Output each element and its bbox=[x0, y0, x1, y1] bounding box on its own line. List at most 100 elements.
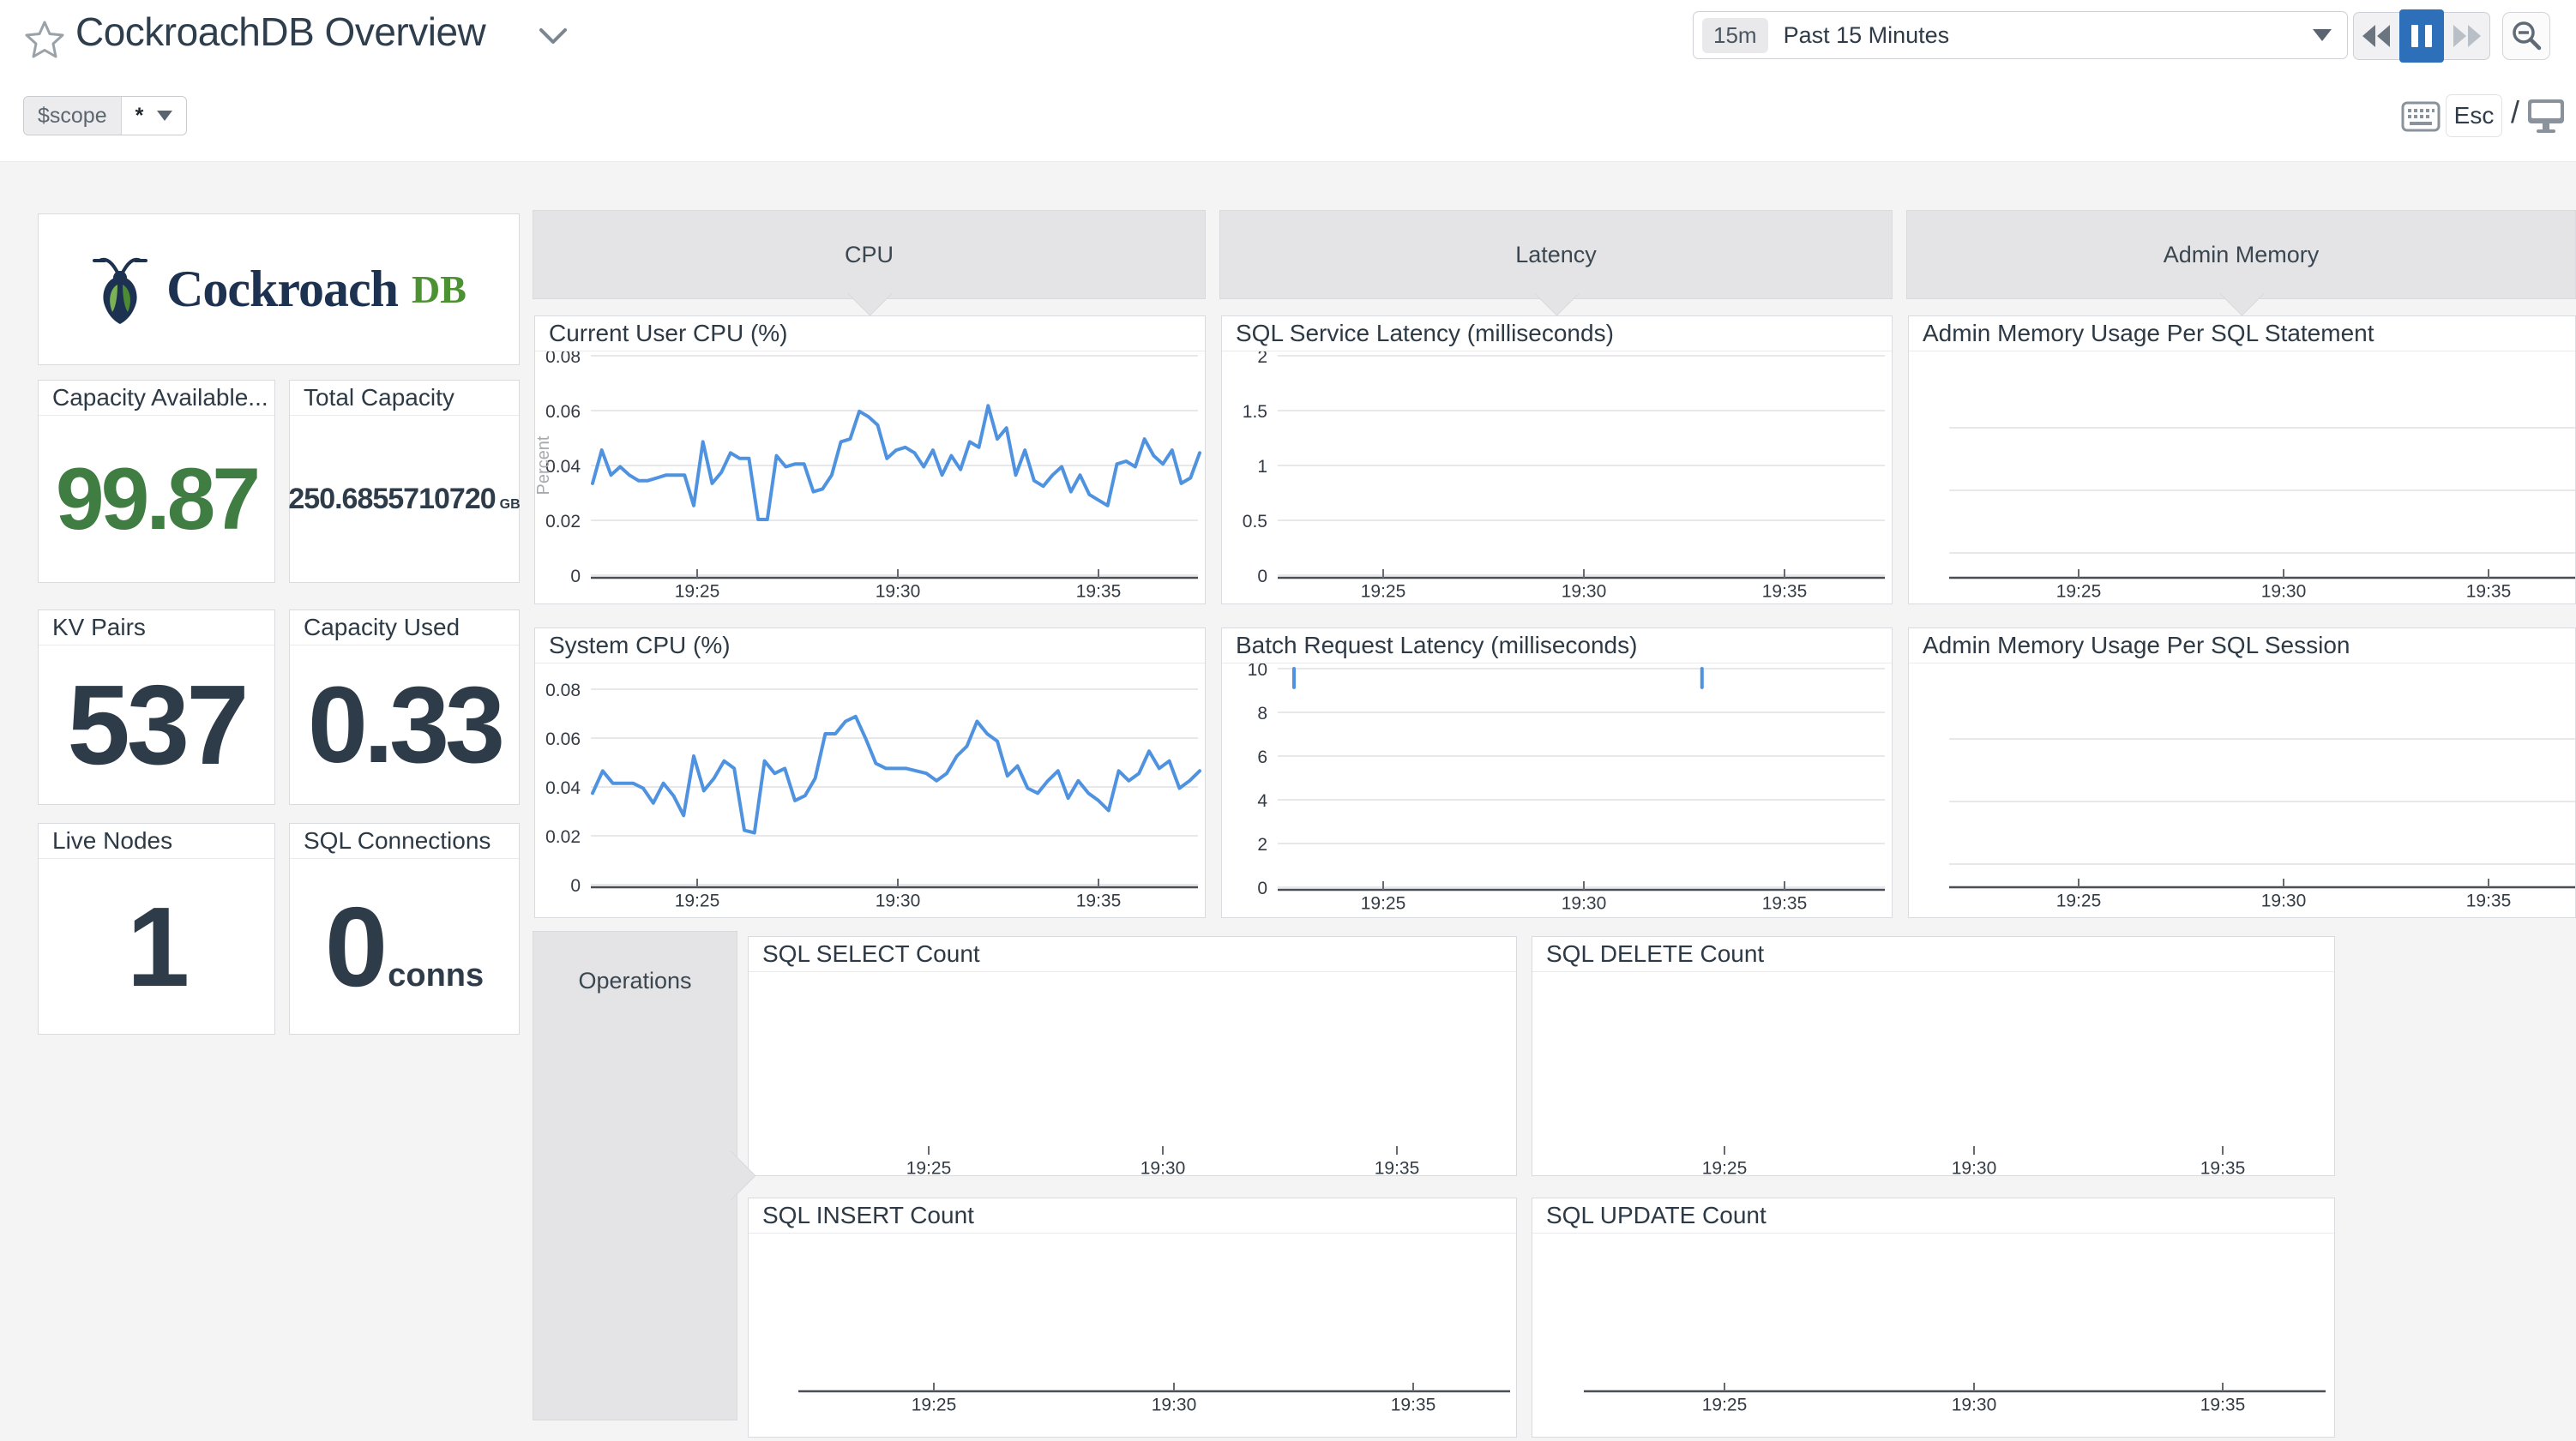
page-title[interactable]: CockroachDB Overview bbox=[75, 9, 485, 55]
esc-key-button[interactable]: Esc bbox=[2446, 94, 2502, 137]
svg-text:19:25: 19:25 bbox=[2056, 891, 2102, 910]
time-range-picker[interactable]: 15m Past 15 Minutes bbox=[1693, 11, 2348, 59]
svg-text:19:35: 19:35 bbox=[2466, 891, 2512, 910]
keyboard-icon[interactable] bbox=[2401, 101, 2441, 136]
sql-update-count-chart-title: SQL UPDATE Count bbox=[1532, 1198, 2334, 1234]
live-nodes-title: Live Nodes bbox=[39, 824, 274, 859]
admin-mem-statement-chart-card[interactable]: Admin Memory Usage Per SQL Statement19:2… bbox=[1908, 315, 2576, 604]
time-range-badge: 15m bbox=[1702, 18, 1768, 53]
monitor-fullscreen-icon[interactable] bbox=[2526, 98, 2566, 138]
fast-forward-button[interactable] bbox=[2444, 13, 2489, 59]
svg-text:19:30: 19:30 bbox=[1141, 1158, 1186, 1176]
group-label-cpu: CPU bbox=[845, 242, 894, 268]
current-user-cpu-series-line bbox=[593, 405, 1200, 519]
admin-mem-statement-plot-area[interactable]: 19:2519:3019:35 bbox=[1909, 351, 2575, 604]
svg-text:1: 1 bbox=[1257, 457, 1267, 477]
live-nodes-card: Live Nodes 1 bbox=[38, 823, 275, 1035]
logo-brand-text: Cockroach bbox=[166, 260, 398, 319]
group-notch-admin-memory bbox=[2219, 271, 2264, 315]
esc-key-label: Esc bbox=[2454, 102, 2495, 129]
svg-text:0.06: 0.06 bbox=[545, 402, 581, 422]
total-capacity-title: Total Capacity bbox=[290, 381, 519, 416]
group-label-operations: Operations bbox=[533, 968, 737, 994]
scope-caret-icon bbox=[157, 111, 172, 121]
favorite-star-icon[interactable] bbox=[24, 19, 65, 64]
batch-request-latency-chart-title: Batch Request Latency (milliseconds) bbox=[1222, 628, 1892, 663]
scope-value-dropdown[interactable]: * bbox=[122, 97, 187, 135]
sql-update-count-plot-area[interactable]: 19:2519:3019:35 bbox=[1532, 1234, 2334, 1438]
sql-connections-card: SQL Connections 0 conns bbox=[289, 823, 520, 1035]
batch-request-latency-plot-area[interactable]: 108642019:2519:3019:35 bbox=[1222, 663, 1892, 918]
sql-service-latency-chart-title: SQL Service Latency (milliseconds) bbox=[1222, 316, 1892, 351]
playback-controls bbox=[2353, 12, 2490, 60]
cockroach-bug-icon bbox=[91, 254, 149, 326]
sql-service-latency-plot-area[interactable]: 21.510.5019:2519:3019:35 bbox=[1222, 351, 1892, 604]
system-cpu-chart-card[interactable]: System CPU (%)0.080.060.040.02019:2519:3… bbox=[534, 627, 1206, 918]
title-chevron-down-icon[interactable] bbox=[539, 27, 568, 51]
svg-text:19:25: 19:25 bbox=[2056, 581, 2102, 601]
batch-request-latency-chart-card[interactable]: Batch Request Latency (milliseconds)1086… bbox=[1221, 627, 1893, 918]
svg-text:8: 8 bbox=[1257, 704, 1267, 724]
current-user-cpu-plot-area[interactable]: 0.080.060.040.02019:2519:3019:35Percent bbox=[535, 351, 1205, 604]
current-user-cpu-chart-title: Current User CPU (%) bbox=[535, 316, 1205, 351]
sql-connections-value: 0 bbox=[325, 882, 384, 1012]
total-capacity-card: Total Capacity 250.6855710720 GB bbox=[289, 380, 520, 583]
sql-service-latency-chart-card[interactable]: SQL Service Latency (milliseconds)21.510… bbox=[1221, 315, 1893, 604]
kv-pairs-card: KV Pairs 537 bbox=[38, 609, 275, 805]
svg-text:19:25: 19:25 bbox=[675, 581, 720, 601]
svg-text:4: 4 bbox=[1257, 791, 1267, 811]
svg-text:19:25: 19:25 bbox=[1702, 1395, 1748, 1414]
group-label-latency: Latency bbox=[1515, 242, 1597, 268]
group-header-cpu[interactable]: CPU bbox=[533, 210, 1206, 299]
pause-bar-icon bbox=[2425, 25, 2432, 47]
cockroachdb-logo-card: Cockroach DB bbox=[38, 213, 520, 365]
group-header-admin-memory[interactable]: Admin Memory bbox=[1906, 210, 2576, 299]
svg-text:0.06: 0.06 bbox=[545, 730, 581, 749]
live-nodes-value: 1 bbox=[127, 882, 186, 1012]
capacity-available-card: Capacity Available... 99.87 bbox=[38, 380, 275, 583]
admin-mem-session-chart-card[interactable]: Admin Memory Usage Per SQL Session19:251… bbox=[1908, 627, 2576, 918]
total-capacity-value: 250.6855710720 bbox=[288, 483, 495, 516]
svg-text:19:35: 19:35 bbox=[1762, 893, 1808, 913]
sql-connections-unit: conns bbox=[388, 958, 484, 994]
svg-text:19:30: 19:30 bbox=[1152, 1395, 1197, 1414]
group-header-operations[interactable]: Operations bbox=[533, 931, 737, 1420]
kv-pairs-title: KV Pairs bbox=[39, 610, 274, 645]
sql-insert-count-chart-card[interactable]: SQL INSERT Count19:2519:3019:35 bbox=[748, 1198, 1517, 1438]
svg-text:0.02: 0.02 bbox=[545, 512, 581, 531]
svg-text:19:35: 19:35 bbox=[2200, 1158, 2246, 1176]
rewind-button[interactable] bbox=[2354, 13, 2399, 59]
svg-text:0.08: 0.08 bbox=[545, 351, 581, 367]
current-user-cpu-chart-card[interactable]: Current User CPU (%)0.080.060.040.02019:… bbox=[534, 315, 1206, 604]
svg-text:19:25: 19:25 bbox=[1361, 581, 1406, 601]
svg-text:0.5: 0.5 bbox=[1243, 512, 1267, 531]
total-capacity-unit: GB bbox=[500, 497, 521, 513]
svg-text:19:25: 19:25 bbox=[675, 891, 720, 910]
sql-delete-count-chart-card[interactable]: SQL DELETE Count19:2519:3019:35 bbox=[1532, 936, 2335, 1176]
svg-text:19:30: 19:30 bbox=[1562, 581, 1607, 601]
system-cpu-plot-area[interactable]: 0.080.060.040.02019:2519:3019:35 bbox=[535, 663, 1205, 918]
zoom-out-button[interactable] bbox=[2502, 12, 2550, 60]
sql-select-count-plot-area[interactable]: 19:2519:3019:35 bbox=[749, 972, 1516, 1176]
svg-text:0: 0 bbox=[1257, 567, 1267, 586]
svg-text:19:30: 19:30 bbox=[876, 581, 921, 601]
svg-text:0: 0 bbox=[1257, 879, 1267, 898]
sql-select-count-chart-card[interactable]: SQL SELECT Count19:2519:3019:35 bbox=[748, 936, 1517, 1176]
svg-text:Percent: Percent bbox=[535, 435, 553, 495]
sql-insert-count-plot-area[interactable]: 19:2519:3019:35 bbox=[749, 1234, 1516, 1438]
admin-mem-session-plot-area[interactable]: 19:2519:3019:35 bbox=[1909, 663, 2575, 918]
svg-text:19:30: 19:30 bbox=[876, 891, 921, 910]
capacity-used-card: Capacity Used 0.33 bbox=[289, 609, 520, 805]
sql-delete-count-plot-area[interactable]: 19:2519:3019:35 bbox=[1532, 972, 2334, 1176]
sql-update-count-chart-card[interactable]: SQL UPDATE Count19:2519:3019:35 bbox=[1532, 1198, 2335, 1438]
svg-text:19:35: 19:35 bbox=[1076, 581, 1122, 601]
group-header-latency[interactable]: Latency bbox=[1219, 210, 1893, 299]
svg-text:0.08: 0.08 bbox=[545, 681, 581, 700]
svg-text:19:35: 19:35 bbox=[2466, 581, 2512, 601]
sql-connections-title: SQL Connections bbox=[290, 824, 519, 859]
svg-text:19:30: 19:30 bbox=[1952, 1395, 1997, 1414]
cockroachdb-logo: Cockroach DB bbox=[39, 214, 519, 364]
svg-text:19:25: 19:25 bbox=[1361, 893, 1406, 913]
capacity-used-title: Capacity Used bbox=[290, 610, 519, 645]
pause-button[interactable] bbox=[2399, 9, 2445, 63]
